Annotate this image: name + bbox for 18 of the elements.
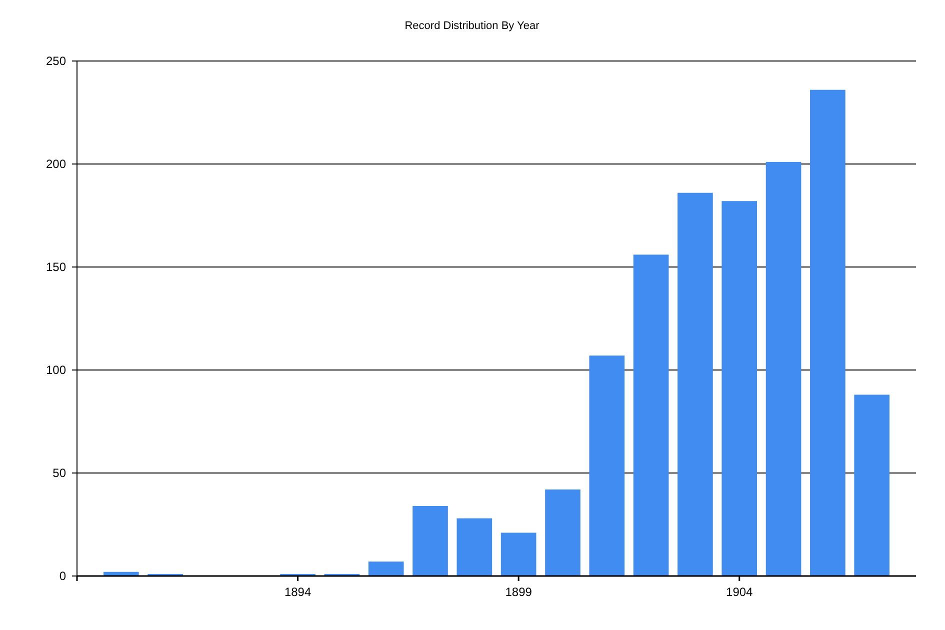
bar <box>324 574 360 576</box>
axis-label: 50 <box>52 466 66 480</box>
axis-label: 150 <box>46 260 66 274</box>
axis-label: 0 <box>59 569 66 583</box>
bar <box>148 574 183 576</box>
axis-label: 1899 <box>505 585 532 599</box>
axis-label: 250 <box>46 54 66 68</box>
bar <box>368 562 404 576</box>
chart-title: Record Distribution By Year <box>404 20 540 32</box>
bar <box>280 574 316 576</box>
axis-label: 200 <box>46 157 66 171</box>
bar <box>104 572 139 576</box>
bar <box>456 518 492 576</box>
axis-label: 100 <box>46 363 66 377</box>
bar <box>500 532 536 576</box>
axis-label: 1904 <box>726 585 753 599</box>
bar <box>412 506 448 576</box>
axis-label: 1894 <box>284 585 312 599</box>
